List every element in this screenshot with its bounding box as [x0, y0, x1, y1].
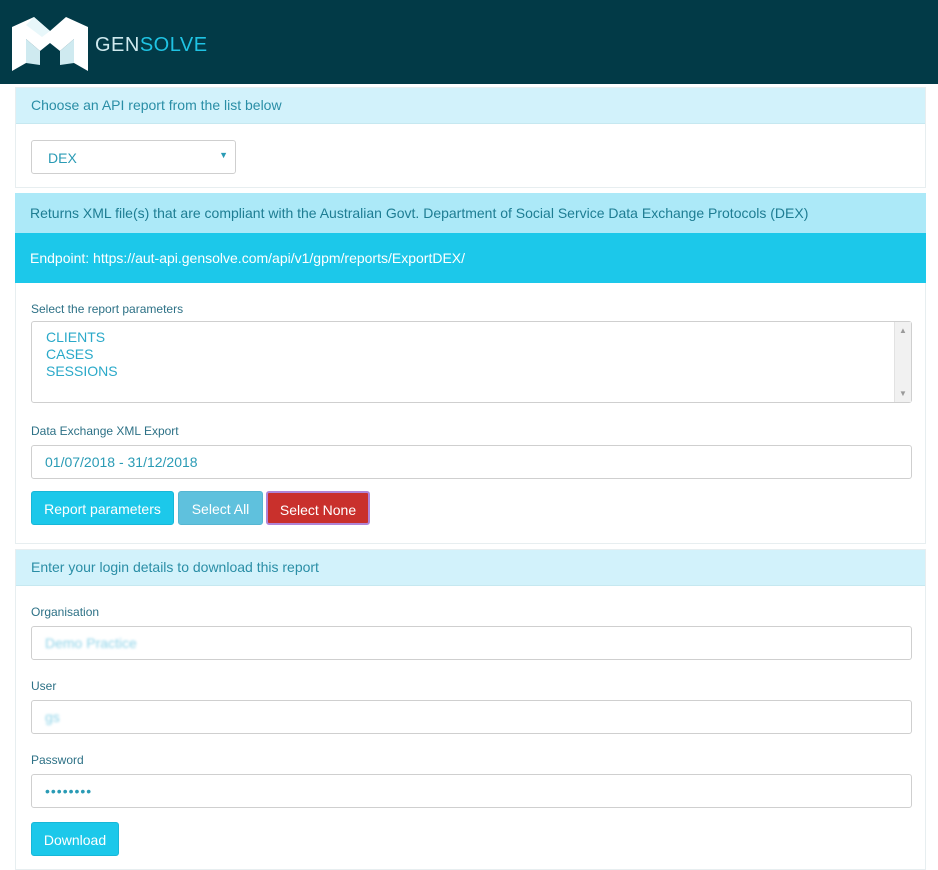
report-chooser-heading: Choose an API report from the list below [16, 88, 925, 124]
gensolve-logo-icon [12, 17, 88, 71]
parameter-option[interactable]: SESSIONS [32, 363, 118, 380]
report-select[interactable]: DEX ▼ [31, 140, 236, 174]
user-label: User [31, 679, 57, 693]
organisation-value: Demo Practice [45, 635, 137, 651]
scroll-down-icon[interactable]: ▼ [899, 389, 907, 398]
top-bar: GENSOLVE [0, 0, 938, 84]
password-field[interactable]: •••••••• [31, 774, 912, 808]
select-all-button[interactable]: Select All [178, 491, 263, 525]
report-endpoint: Endpoint: https://aut-api.gensolve.com/a… [15, 233, 926, 283]
brand-suffix: SOLVE [139, 34, 208, 56]
report-parameters-button[interactable]: Report parameters [31, 491, 174, 525]
organisation-label: Organisation [31, 605, 100, 619]
scroll-up-icon[interactable]: ▲ [899, 326, 907, 335]
report-description: Returns XML file(s) that are compliant w… [15, 193, 926, 233]
chevron-down-icon: ▼ [219, 150, 228, 160]
brand-name: GENSOLVE [95, 34, 208, 57]
parameter-option[interactable]: CASES [32, 346, 118, 363]
password-label: Password [31, 753, 84, 767]
parameter-option[interactable]: CLIENTS [32, 329, 118, 346]
login-heading: Enter your login details to download thi… [16, 550, 925, 586]
parameters-label: Select the report parameters [31, 302, 184, 316]
organisation-field[interactable]: Demo Practice [31, 626, 912, 660]
brand-prefix: GEN [95, 34, 140, 56]
parameters-panel: Select the report parameters CLIENTS CAS… [15, 283, 926, 544]
user-field[interactable]: gs [31, 700, 912, 734]
report-select-value: DEX [48, 150, 77, 166]
date-range-input[interactable]: 01/07/2018 - 31/12/2018 [31, 445, 912, 479]
select-none-button[interactable]: Select None [266, 491, 370, 525]
report-chooser-panel: Choose an API report from the list below… [15, 87, 926, 188]
download-button[interactable]: Download [31, 822, 119, 856]
export-label: Data Exchange XML Export [31, 424, 179, 438]
user-value: gs [45, 709, 60, 725]
login-panel: Enter your login details to download thi… [15, 549, 926, 870]
listbox-scrollbar[interactable]: ▲ ▼ [894, 322, 911, 402]
parameters-listbox[interactable]: CLIENTS CASES SESSIONS ▲ ▼ [31, 321, 912, 403]
